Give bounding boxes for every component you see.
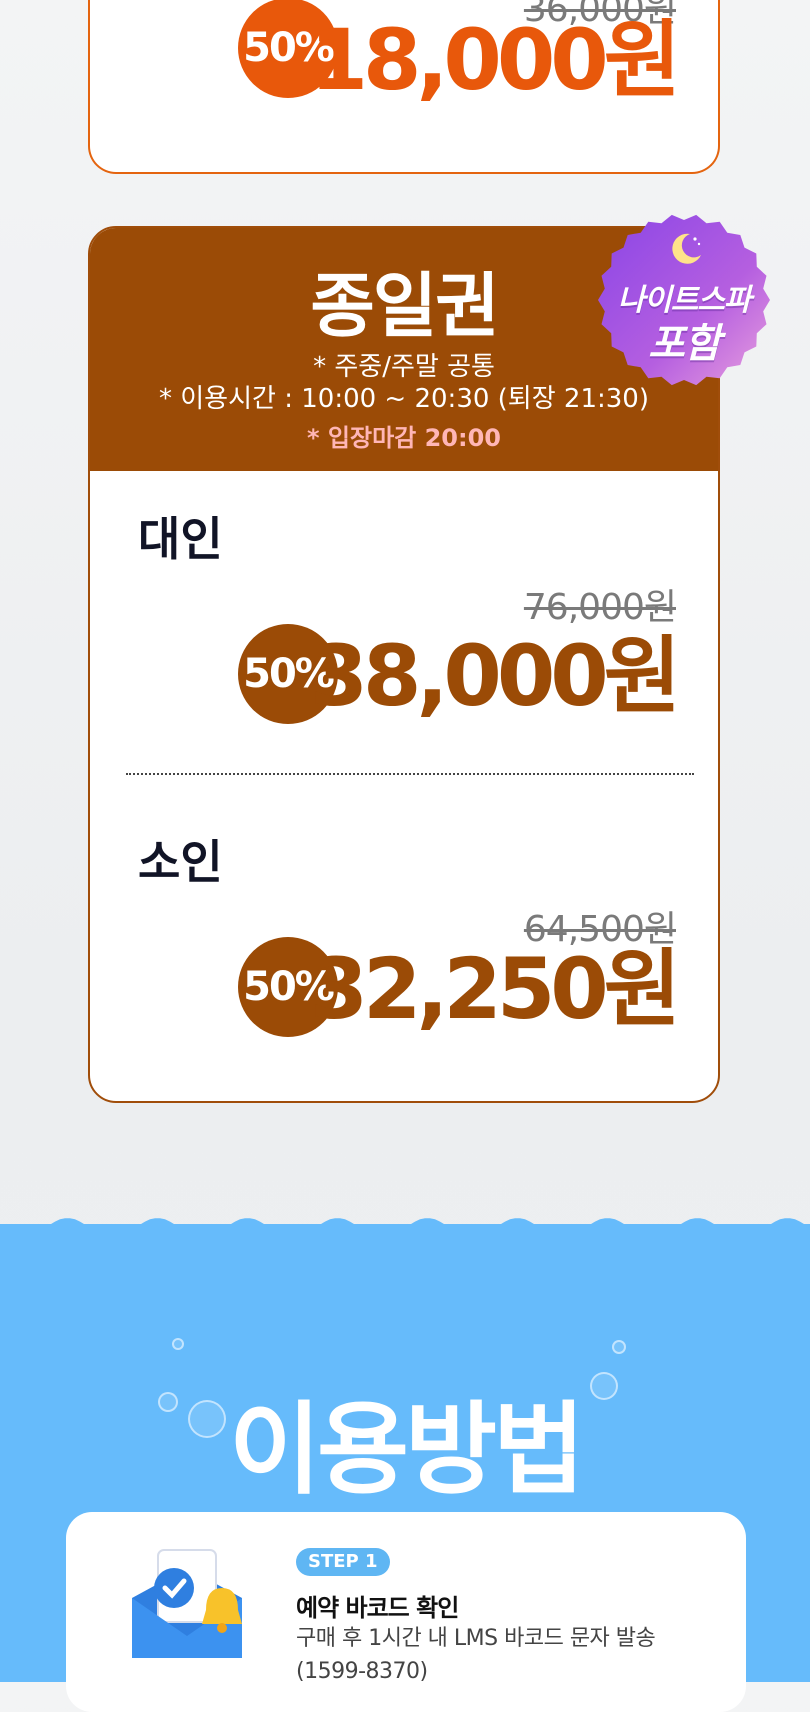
step-1-badge: STEP 1 <box>296 1548 390 1576</box>
step-1-desc-line-1: 구매 후 1시간 내 LMS 바코드 문자 발송 <box>296 1626 656 1651</box>
note-entry-deadline: * 입장마감 20:00 <box>307 424 501 452</box>
step-1-desc-line-2: (1599-8370) <box>296 1659 428 1684</box>
top-ticket-card: 36,000원 50% 18,000원 <box>88 0 720 174</box>
child-label: 소인 <box>138 835 223 889</box>
moon-icon <box>672 233 701 264</box>
step-1-title: 예약 바코드 확인 <box>296 1594 459 1622</box>
adult-new-price: 38,000원 <box>309 627 681 725</box>
child-new-price: 32,250원 <box>309 940 681 1038</box>
night-spa-sticker: 나이트스파 포함 <box>586 205 782 395</box>
step-1-description: 구매 후 1시간 내 LMS 바코드 문자 발송 (1599-8370) <box>296 1622 656 1688</box>
top-new-price: 18,000원 <box>309 11 681 109</box>
how-to-title: 이용방법 <box>229 1391 585 1508</box>
adult-old-price: 76,000원 <box>523 587 677 628</box>
bubble-decoration <box>172 1338 184 1350</box>
envelope-check-bell-icon <box>132 1549 242 1658</box>
step-1-card: STEP 1 예약 바코드 확인 구매 후 1시간 내 LMS 바코드 문자 발… <box>66 1512 746 1712</box>
bubble-decoration <box>612 1340 626 1354</box>
adult-label: 대인 <box>138 512 223 566</box>
row-divider <box>126 773 694 775</box>
sticker-line-2: 포함 <box>648 321 721 367</box>
